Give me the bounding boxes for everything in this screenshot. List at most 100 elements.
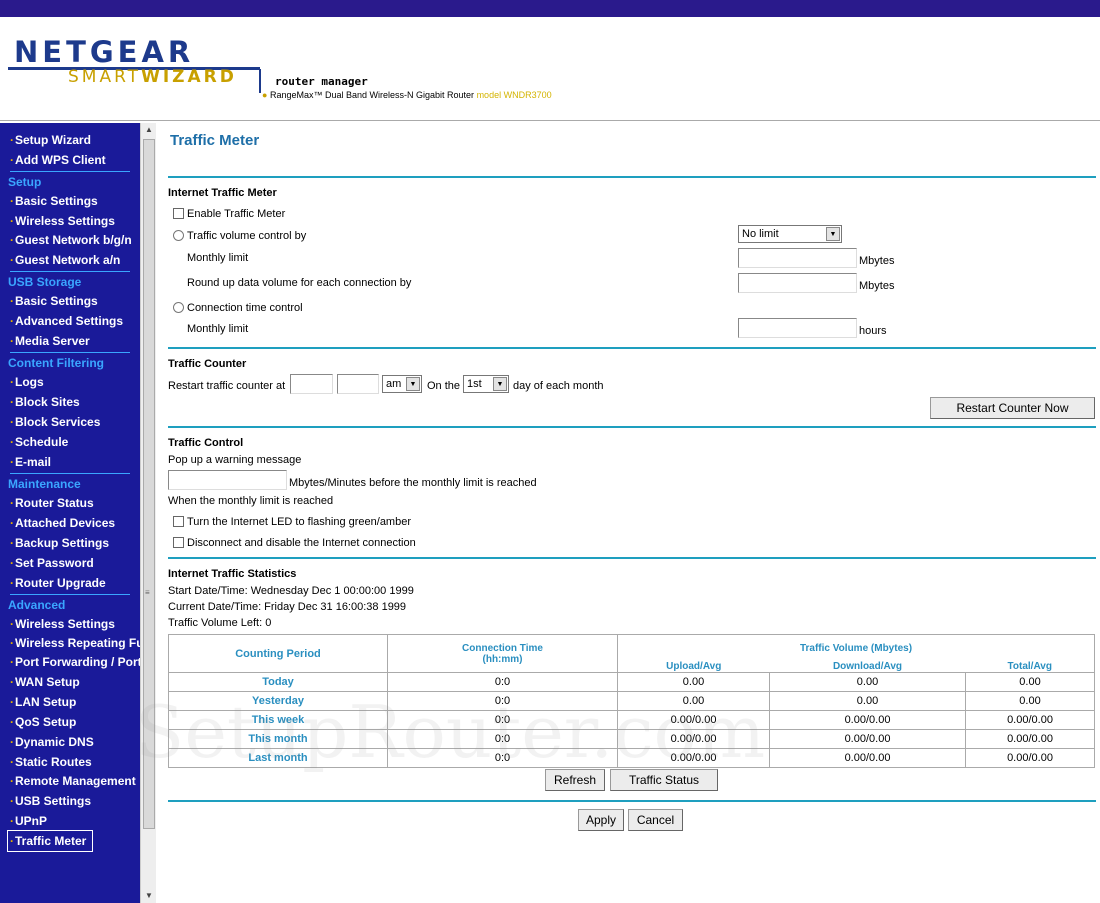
bullet-icon: ·	[10, 294, 14, 308]
cell-period: Today	[168, 672, 388, 692]
sidebar-group-maintenance: Maintenance	[8, 477, 81, 491]
popup-warning-suffix: Mbytes/Minutes before the monthly limit …	[289, 477, 537, 489]
sidebar-item-upnp[interactable]: ·UPnP	[0, 811, 140, 831]
traffic-volume-radio[interactable]	[173, 230, 184, 241]
sidebar-item-wireless-settings[interactable]: ·Wireless Settings	[0, 211, 140, 231]
sidebar-item-lan-setup[interactable]: ·LAN Setup	[0, 692, 140, 712]
sidebar-item-label: Block Services	[15, 415, 101, 429]
table-row: This month 0:0 0.00/0.00 0.00/0.00 0.00/0.00	[168, 729, 1095, 749]
volume-limit-select[interactable]: No limit ▼	[738, 225, 842, 243]
sidebar-item-guest-network-a-n[interactable]: ·Guest Network a/n	[0, 250, 140, 270]
day-select[interactable]: 1st ▼	[463, 375, 509, 393]
table-row: Yesterday 0:0 0.00 0.00 0.00	[168, 691, 1095, 711]
sidebar-item-qos-setup[interactable]: ·QoS Setup	[0, 712, 140, 732]
sidebar-item-block-sites[interactable]: ·Block Sites	[0, 392, 140, 412]
sidebar-divider	[10, 352, 130, 353]
sidebar-item-label: USB Settings	[15, 794, 92, 808]
logo-smart-text: SMART	[68, 67, 142, 87]
sidebar-item-block-services[interactable]: ·Block Services	[0, 412, 140, 432]
sidebar-item-add-wps-client[interactable]: ·Add WPS Client	[0, 150, 140, 170]
popup-warning-label: Pop up a warning message	[168, 454, 302, 466]
sidebar-item-usb-settings[interactable]: ·USB Settings	[0, 791, 140, 811]
sidebar-item-schedule[interactable]: ·Schedule	[0, 432, 140, 452]
start-datetime: Start Date/Time: Wednesday Dec 1 00:00:0…	[168, 585, 414, 597]
restart-minute-input[interactable]	[337, 374, 379, 394]
sidebar-item-logs[interactable]: ·Logs	[0, 372, 140, 392]
sidebar-item-attached-devices[interactable]: ·Attached Devices	[0, 513, 140, 533]
sidebar-item-setup-wizard[interactable]: ·Setup Wizard	[0, 130, 140, 150]
enable-traffic-meter-label: Enable Traffic Meter	[187, 208, 286, 220]
time-monthly-limit-input[interactable]	[738, 318, 857, 338]
cell-download: 0.00	[769, 672, 966, 692]
router-subtitle: ● RangeMax™ Dual Band Wireless-N Gigabit…	[262, 90, 552, 100]
restart-hour-input[interactable]	[290, 374, 333, 394]
sidebar-item-media-server[interactable]: ·Media Server	[0, 331, 140, 351]
traffic-status-button[interactable]: Traffic Status	[610, 769, 718, 791]
connection-time-radio[interactable]	[173, 302, 184, 313]
enable-traffic-meter-checkbox[interactable]	[173, 208, 184, 219]
roundup-input[interactable]	[738, 273, 857, 293]
disconnect-checkbox[interactable]	[173, 537, 184, 548]
sidebar-item-set-password[interactable]: ·Set Password	[0, 553, 140, 573]
sidebar-item-label: Media Server	[15, 334, 90, 348]
scroll-up-icon[interactable]: ▲	[141, 123, 157, 137]
sidebar-item-advanced-settings[interactable]: ·Advanced Settings	[0, 311, 140, 331]
chevron-down-icon: ▼	[406, 377, 420, 391]
bullet-icon: ·	[10, 834, 14, 848]
sidebar-item-remote-management[interactable]: ·Remote Management	[0, 772, 140, 791]
cell-connection-time: 0:0	[387, 691, 618, 711]
cell-period: This month	[168, 729, 388, 749]
monthly-limit-input[interactable]	[738, 248, 857, 268]
sidebar-item-label: Guest Network a/n	[15, 253, 121, 267]
sidebar-item-wan-setup[interactable]: ·WAN Setup	[0, 672, 140, 692]
section-divider	[168, 557, 1096, 559]
scroll-down-icon[interactable]: ▼	[141, 889, 157, 903]
sidebar-item-wireless-repeating-function[interactable]: ·Wireless Repeating Function	[0, 634, 140, 653]
apply-button[interactable]: Apply	[578, 809, 624, 831]
section-divider	[168, 426, 1096, 428]
cancel-button[interactable]: Cancel	[628, 809, 683, 831]
sidebar-item-router-status[interactable]: ·Router Status	[0, 493, 140, 513]
sidebar-item-backup-settings[interactable]: ·Backup Settings	[0, 533, 140, 553]
day-value: 1st	[467, 378, 482, 390]
popup-warning-input[interactable]	[168, 470, 287, 490]
bullet-icon: ·	[10, 794, 14, 808]
sidebar-item-router-upgrade[interactable]: ·Router Upgrade	[0, 573, 140, 593]
bullet-icon: ·	[10, 774, 14, 788]
sidebar-item-port-forwarding-port-triggering[interactable]: ·Port Forwarding / Port Triggering	[0, 653, 140, 672]
cell-download: 0.00/0.00	[769, 710, 966, 730]
col-connection-time: Connection Time (hh:mm)	[387, 634, 618, 673]
monthly-limit-label: Monthly limit	[187, 252, 249, 264]
sidebar-item-e-mail[interactable]: ·E-mail	[0, 452, 140, 472]
header: NETGEAR SMARTWIZARD router manager ● Ran…	[0, 17, 1100, 121]
sidebar-item-label: Static Routes	[15, 755, 92, 769]
sidebar-item-traffic-meter[interactable]: ·Traffic Meter	[7, 830, 93, 852]
sidebar-item-label: Basic Settings	[15, 294, 98, 308]
sidebar-group-advanced: Advanced	[8, 598, 66, 612]
cell-total: 0.00	[965, 691, 1095, 711]
sidebar-item-basic-settings[interactable]: ·Basic Settings	[0, 291, 140, 311]
bullet-icon: ·	[10, 194, 14, 208]
sidebar-item-dynamic-dns[interactable]: ·Dynamic DNS	[0, 732, 140, 752]
refresh-button[interactable]: Refresh	[545, 769, 605, 791]
sidebar-item-label: Wireless Settings	[15, 617, 115, 631]
sidebar-scrollbar[interactable]: ▲ ≡ ▼	[140, 123, 156, 903]
sidebar-item-label: Basic Settings	[15, 194, 98, 208]
sidebar-item-static-routes[interactable]: ·Static Routes	[0, 752, 140, 772]
bullet-icon: ·	[10, 314, 14, 328]
sidebar-item-guest-network-b-g-n[interactable]: ·Guest Network b/g/n	[0, 231, 140, 250]
cell-upload: 0.00/0.00	[617, 729, 770, 749]
ampm-select[interactable]: am ▼	[382, 375, 422, 393]
cell-period: This week	[168, 710, 388, 730]
traffic-statistics-table: Counting Period Connection Time (hh:mm) …	[168, 634, 1095, 768]
bullet-icon: ·	[10, 556, 14, 570]
sidebar-divider	[10, 271, 130, 272]
scroll-thumb[interactable]	[143, 139, 155, 829]
restart-counter-now-button[interactable]: Restart Counter Now	[930, 397, 1095, 419]
bullet-icon: ·	[10, 496, 14, 510]
section-divider	[168, 176, 1096, 178]
led-flashing-checkbox[interactable]	[173, 516, 184, 527]
sidebar-item-label: Block Sites	[15, 395, 80, 409]
sidebar-item-wireless-settings[interactable]: ·Wireless Settings	[0, 614, 140, 634]
sidebar-item-basic-settings[interactable]: ·Basic Settings	[0, 191, 140, 211]
